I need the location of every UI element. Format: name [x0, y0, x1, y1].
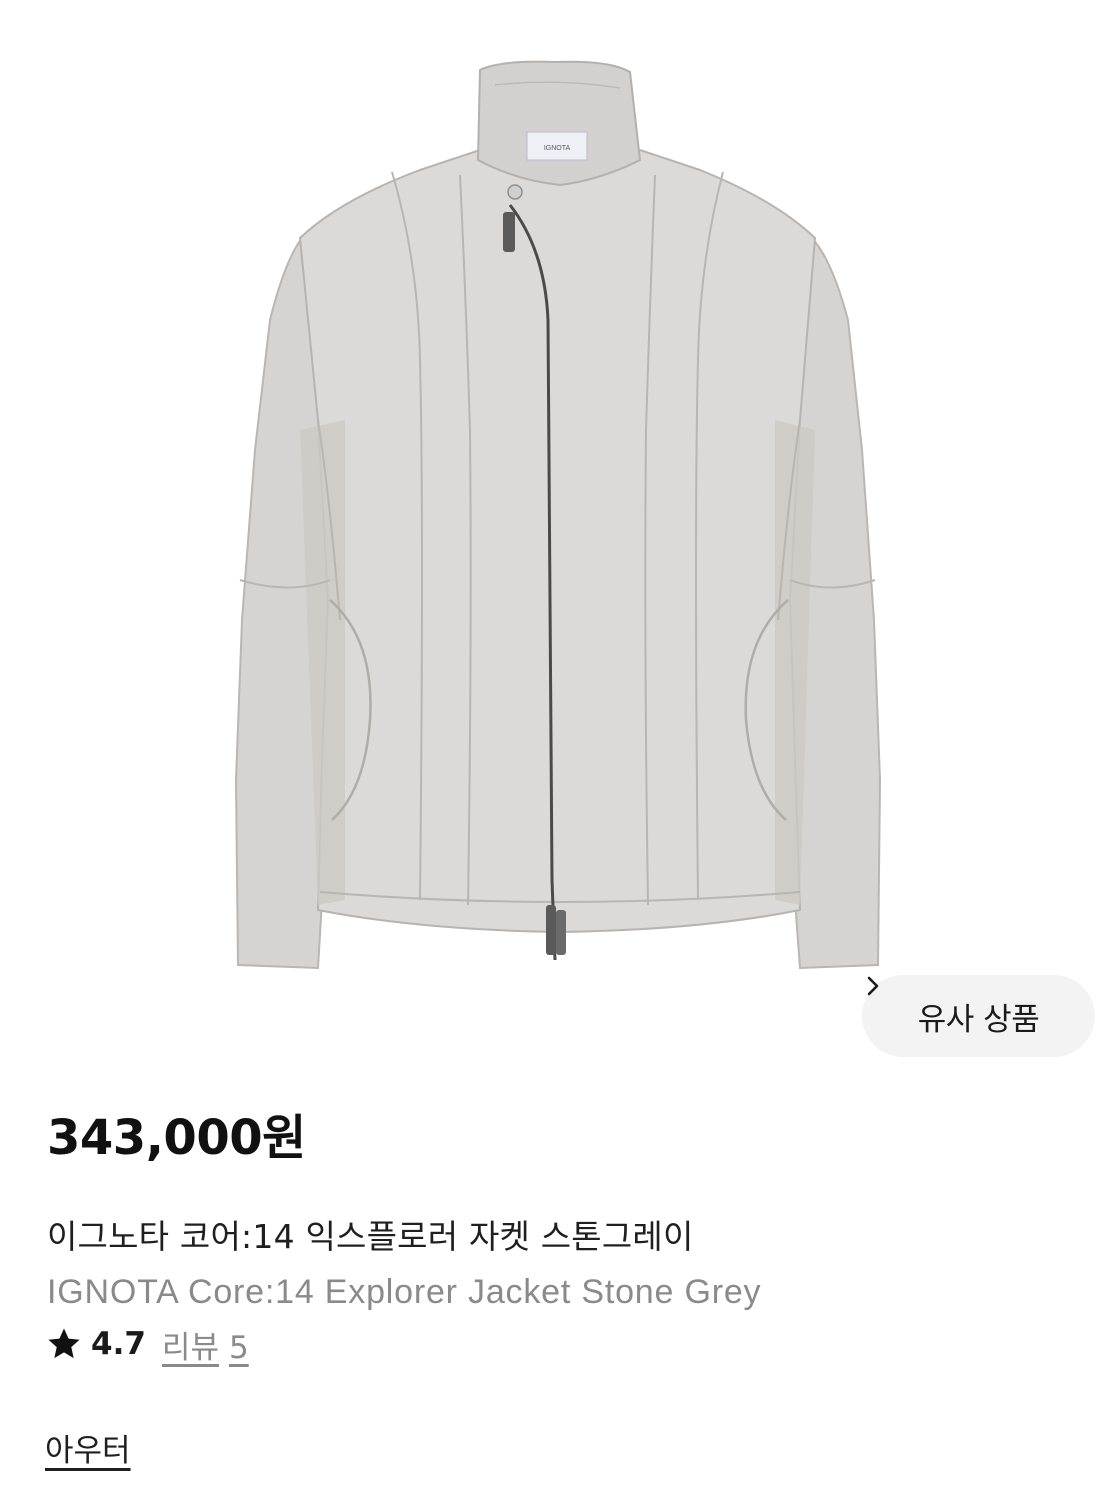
- similar-products-button[interactable]: 유사 상품: [862, 975, 1095, 1057]
- zipper-pull-top: [503, 212, 515, 252]
- review-count: 5: [228, 1329, 249, 1366]
- review-link[interactable]: 리뷰 5: [162, 1322, 249, 1367]
- rating-row: 4.7 리뷰 5: [45, 1322, 249, 1366]
- product-name-english: IGNOTA Core:14 Explorer Jacket Stone Gre…: [47, 1273, 762, 1311]
- category-link[interactable]: 아우터: [45, 1425, 131, 1470]
- star-icon: [48, 1328, 80, 1359]
- review-label: 리뷰: [161, 1329, 219, 1366]
- snap-button: [507, 184, 523, 200]
- rating-score: 4.7: [91, 1326, 146, 1362]
- product-price: 343,000원: [47, 1110, 306, 1166]
- jacket-collar: [476, 60, 642, 187]
- product-name-korean: 이그노타 코어:14 익스플로러 자켓 스톤그레이: [47, 1217, 694, 1256]
- jacket-illustration: IGNOTA: [234, 60, 882, 970]
- jacket-body: [298, 148, 817, 934]
- chevron-right-icon: [867, 976, 879, 996]
- product-image[interactable]: IGNOTA 유사 상품: [0, 0, 1118, 1070]
- svg-text:IGNOTA: IGNOTA: [544, 145, 571, 152]
- similar-products-label: 유사 상품: [917, 1001, 1040, 1038]
- zipper-pull-bottom: [546, 905, 556, 955]
